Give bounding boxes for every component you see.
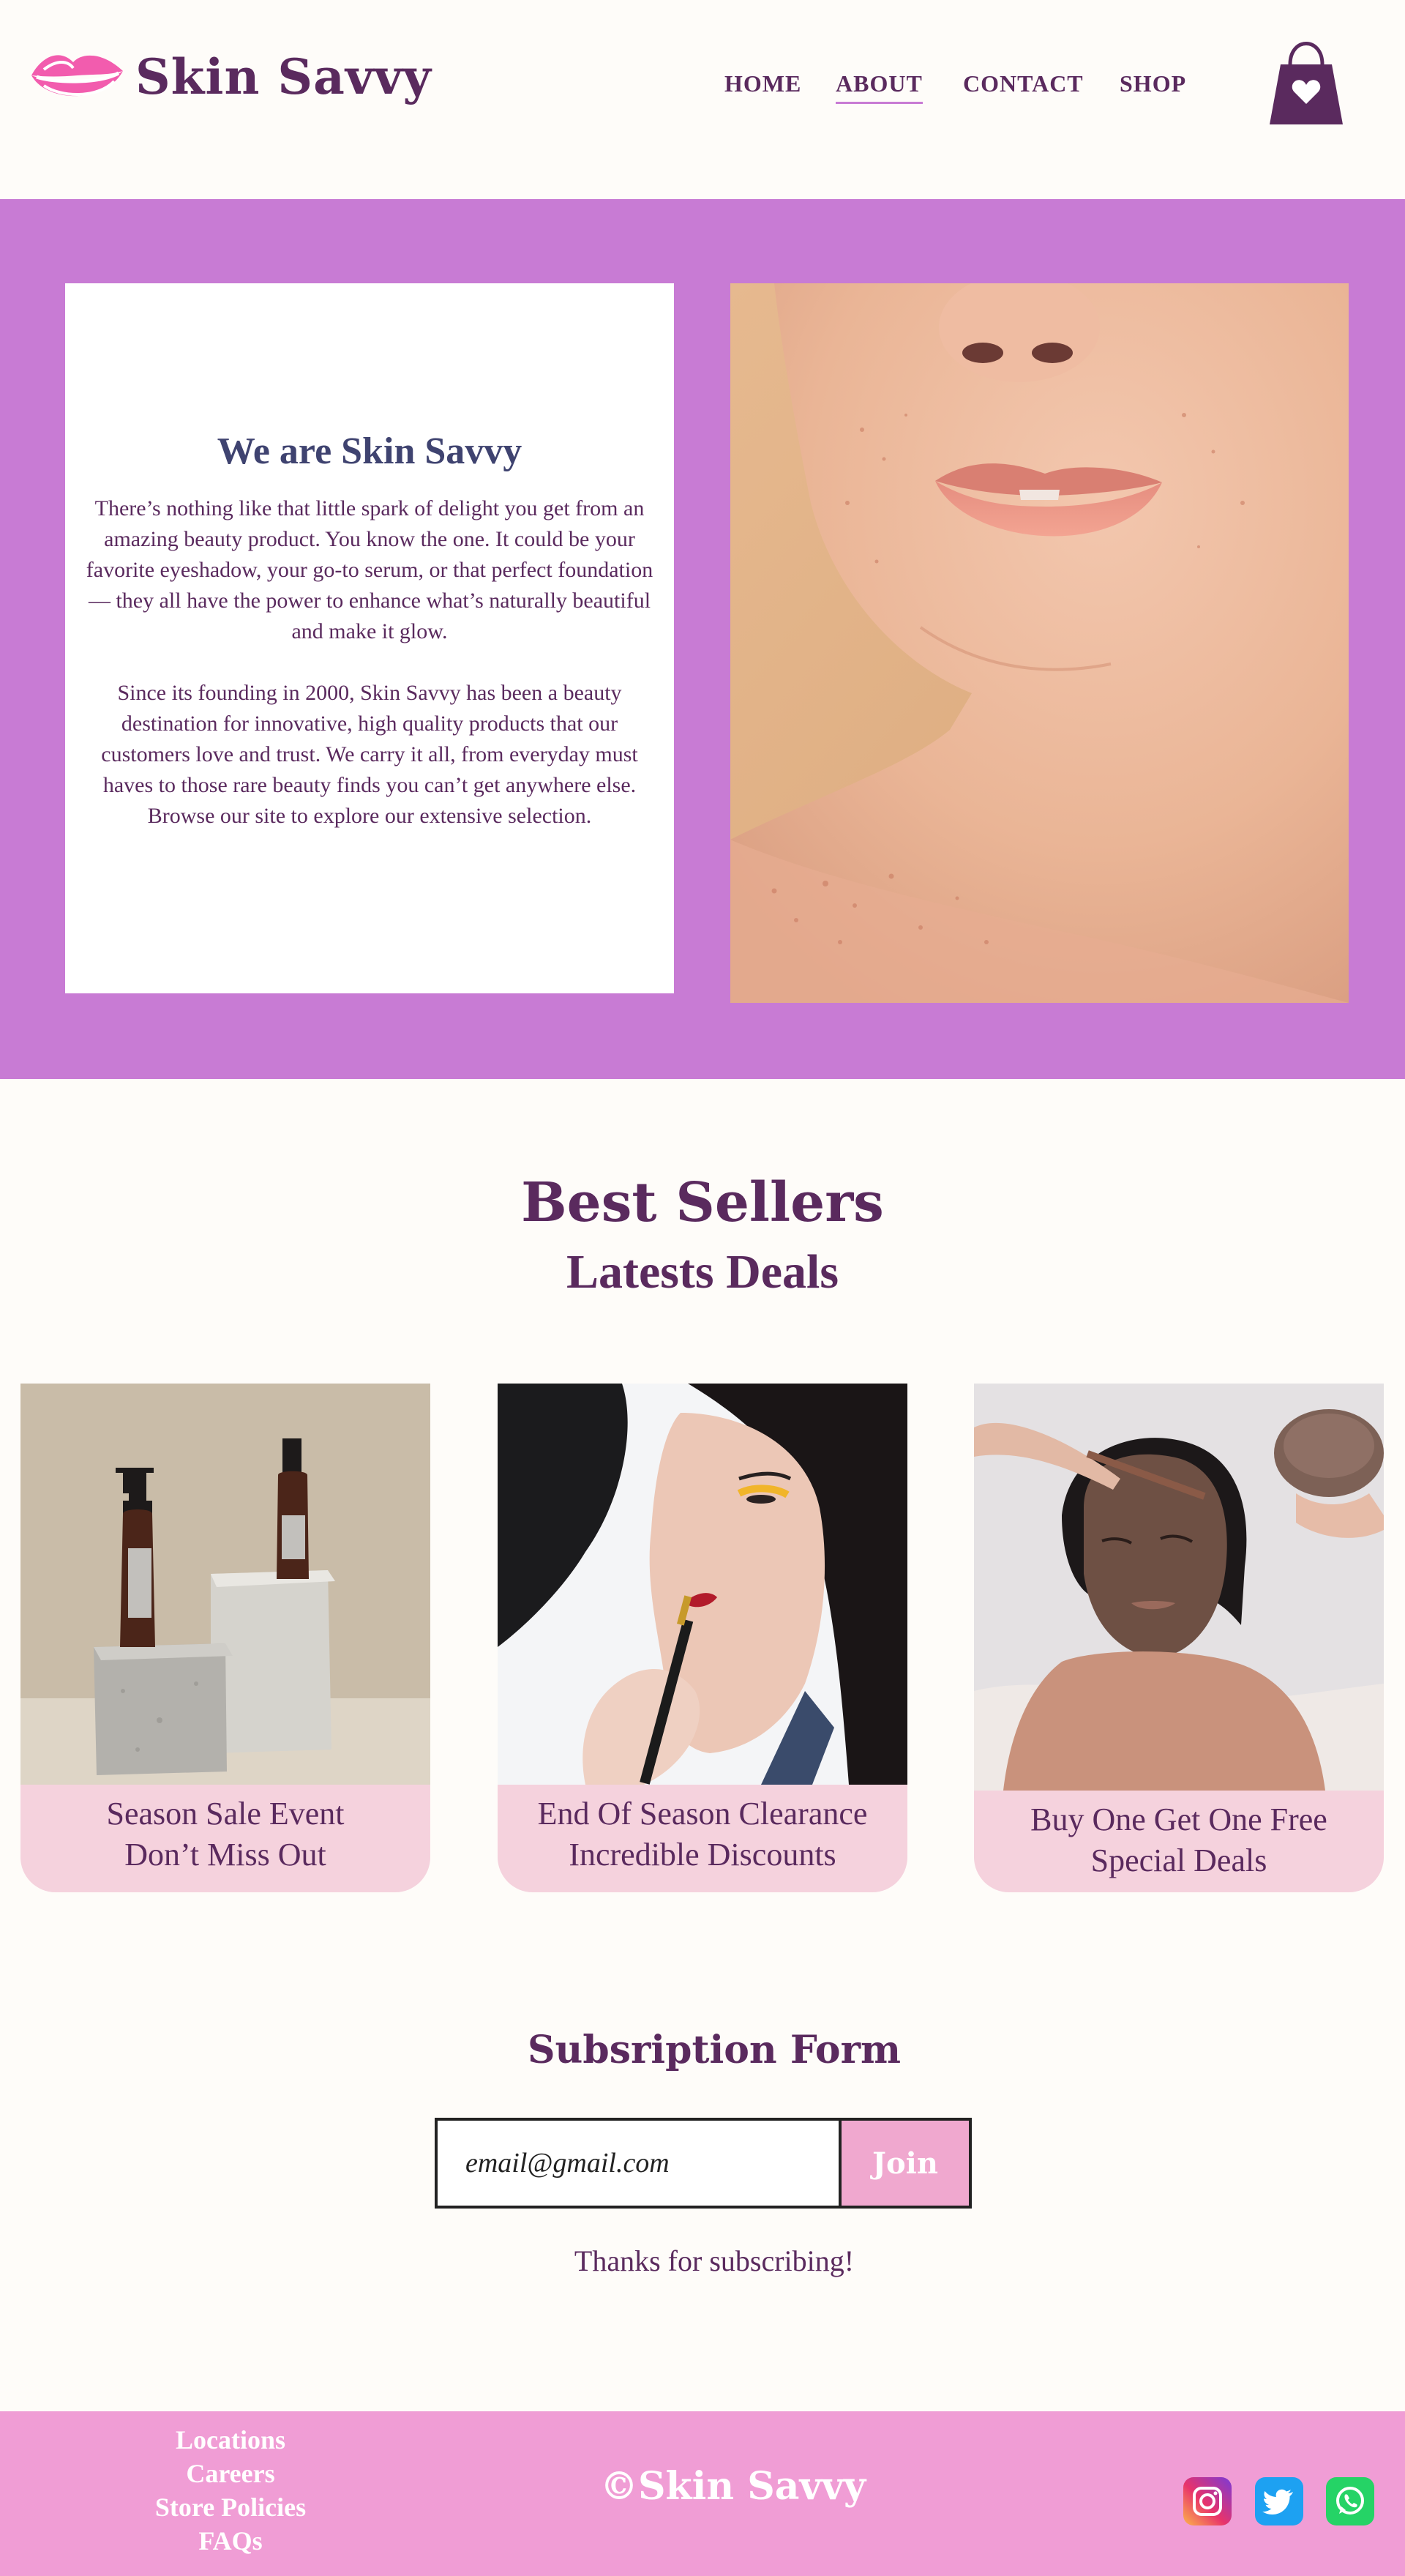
email-input[interactable] <box>438 2121 842 2206</box>
deal-title: Buy One Get One Free <box>1030 1802 1327 1837</box>
about-paragraph-1: There’s nothing like that little spark o… <box>86 496 653 643</box>
footer-link-store-policies[interactable]: Store Policies <box>95 2490 366 2524</box>
nav-home[interactable]: HOME <box>724 70 801 102</box>
footer-copyright: ©Skin Savvy <box>600 2464 866 2509</box>
deal-subtitle: Special Deals <box>1090 1843 1267 1878</box>
nav-shop[interactable]: SHOP <box>1120 70 1186 102</box>
shopping-bag-icon[interactable] <box>1262 29 1350 128</box>
best-sellers-title: Best Sellers <box>521 1171 884 1234</box>
subscription-title: Subsription Form <box>527 2028 902 2072</box>
footer-link-faqs[interactable]: FAQs <box>95 2524 366 2558</box>
model-face-photo <box>730 283 1349 1003</box>
brand-name: Skin Savvy <box>135 48 432 105</box>
join-button[interactable]: Join <box>842 2121 969 2206</box>
footer-links: Locations Careers Store Policies FAQs <box>95 2423 366 2558</box>
nav-contact[interactable]: CONTACT <box>963 70 1084 102</box>
deal-card[interactable]: Season Sale Event Don’t Miss Out <box>20 1384 430 1892</box>
instagram-icon[interactable] <box>1183 2477 1232 2525</box>
brand-logo[interactable]: Skin Savvy <box>28 40 432 113</box>
twitter-icon[interactable] <box>1255 2477 1303 2525</box>
footer-link-careers[interactable]: Careers <box>95 2457 366 2490</box>
makeup-application-photo <box>498 1384 907 1785</box>
deal-title: End Of Season Clearance <box>537 1796 868 1832</box>
facial-mask-photo <box>974 1384 1384 1791</box>
whatsapp-icon[interactable] <box>1326 2477 1374 2525</box>
subscription-form: Join <box>435 2118 972 2209</box>
deal-caption: Buy One Get One Free Special Deals <box>974 1791 1384 1881</box>
footer-link-locations[interactable]: Locations <box>95 2423 366 2457</box>
skincare-bottles-photo <box>20 1384 430 1785</box>
about-paragraph-2: Since its founding in 2000, Skin Savvy h… <box>101 681 638 828</box>
deal-card[interactable]: End Of Season Clearance Incredible Disco… <box>498 1384 907 1892</box>
deal-subtitle: Incredible Discounts <box>569 1837 836 1873</box>
nav-about[interactable]: ABOUT <box>836 70 923 104</box>
site-header: Skin Savvy HOME ABOUT CONTACT SHOP <box>0 0 1405 199</box>
about-section: We are Skin Savvy There’s nothing like t… <box>0 199 1405 1079</box>
lips-icon <box>31 55 123 97</box>
subscription-thanks-message: Thanks for subscribing! <box>574 2244 855 2277</box>
deal-caption: End Of Season Clearance Incredible Disco… <box>498 1785 907 1875</box>
deal-subtitle: Don’t Miss Out <box>124 1837 326 1873</box>
latest-deals-subtitle: Latests Deals <box>566 1245 839 1299</box>
about-card: We are Skin Savvy There’s nothing like t… <box>65 283 674 993</box>
deal-caption: Season Sale Event Don’t Miss Out <box>20 1785 430 1875</box>
about-title: We are Skin Savvy <box>217 430 522 472</box>
deal-card[interactable]: Buy One Get One Free Special Deals <box>974 1384 1384 1892</box>
deal-title: Season Sale Event <box>106 1796 345 1832</box>
